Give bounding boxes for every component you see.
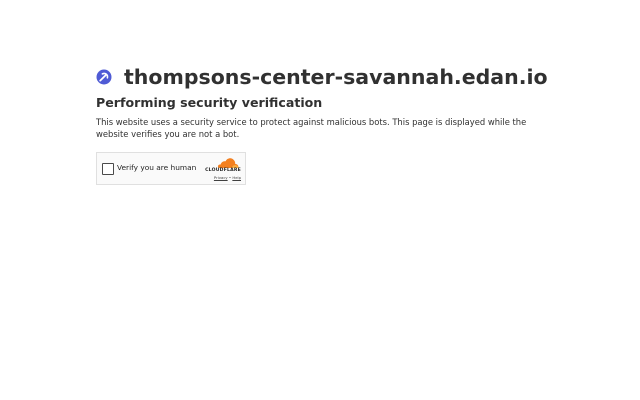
privacy-link[interactable]: Privacy xyxy=(214,175,228,180)
site-favicon-icon xyxy=(96,69,112,85)
page-title: Performing security verification xyxy=(96,95,323,110)
cloudflare-wordmark: CLOUDFLARE xyxy=(205,168,241,173)
help-link[interactable]: Help xyxy=(232,175,241,180)
page-content: thompsons-center-savannah.edan.io Perfor… xyxy=(96,62,556,140)
cloudflare-logo: CLOUDFLARE Privacy • Help xyxy=(201,157,241,181)
site-header: thompsons-center-savannah.edan.io xyxy=(96,62,556,92)
turnstile-widget: Verify you are human CLOUDFLARE Privacy … xyxy=(96,152,246,185)
page-description: This website uses a security service to … xyxy=(96,117,527,139)
verify-label[interactable]: Verify you are human xyxy=(117,163,196,172)
widget-links: Privacy • Help xyxy=(214,175,241,180)
site-name: thompsons-center-savannah.edan.io xyxy=(124,65,548,89)
link-separator: • xyxy=(228,175,232,180)
verify-checkbox[interactable] xyxy=(102,163,114,175)
